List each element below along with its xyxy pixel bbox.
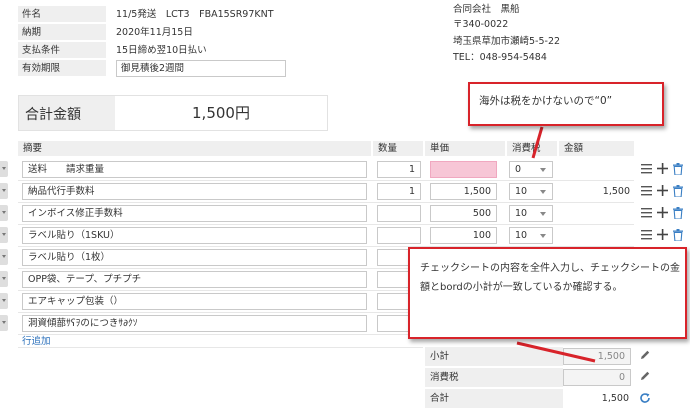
callout-connectors	[516, 126, 596, 363]
callout-bottom-text: チェックシートの内容を全件入力し、チェックシートの金額とbordの小計が一致して…	[420, 263, 680, 293]
callout-top-text: 海外は税をかけないので“0”	[479, 95, 613, 107]
callout-connector-top	[531, 126, 544, 159]
callout-top: 海外は税をかけないので“0”	[468, 82, 664, 126]
callout-connector-bottom	[516, 341, 596, 363]
callout-bottom: チェックシートの内容を全件入力し、チェックシートの金額とbordの小計が一致して…	[408, 247, 687, 339]
